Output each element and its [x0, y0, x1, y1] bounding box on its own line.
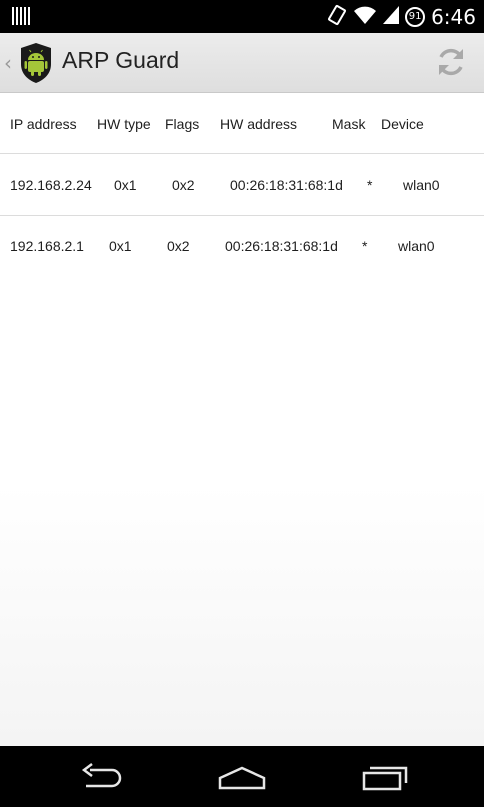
wifi-icon [353, 5, 377, 29]
row-ip-address: 192.168.2.1 [10, 238, 84, 254]
back-arrow-icon [81, 763, 122, 788]
home-button[interactable] [217, 762, 267, 792]
header-device: Device [381, 116, 424, 132]
row-hw-address: 00:26:18:31:68:1d [225, 238, 338, 254]
row-hw-type: 0x1 [109, 238, 132, 254]
row-hw-address: 00:26:18:31:68:1d [230, 177, 343, 193]
row-device: wlan0 [398, 238, 435, 254]
row-mask: * [362, 238, 368, 254]
battery-icon: 91 [405, 6, 426, 27]
status-time: 6:46 [431, 4, 476, 29]
header-hw-address: HW address [220, 116, 298, 132]
header-hw-type: HW type [97, 116, 151, 132]
table-row[interactable]: 192.168.2.1 0x1 0x2 00:26:18:31:68:1d * … [0, 216, 484, 277]
header-flags: Flags [165, 116, 200, 132]
signal-icon [383, 5, 400, 28]
row-ip-address: 192.168.2.24 [10, 177, 92, 193]
recent-apps-button[interactable] [360, 762, 410, 792]
arp-table: IP address HW type Flags HW address Mask… [0, 93, 484, 746]
row-mask: * [367, 177, 373, 193]
header-mask: Mask [332, 116, 366, 132]
refresh-icon [439, 48, 463, 76]
table-row[interactable]: 192.168.2.24 0x1 0x2 00:26:18:31:68:1d *… [0, 154, 484, 216]
row-flags: 0x2 [167, 238, 190, 254]
row-flags: 0x2 [172, 177, 195, 193]
refresh-button[interactable] [434, 45, 468, 79]
back-button[interactable] [76, 762, 126, 792]
row-hw-type: 0x1 [114, 177, 137, 193]
app-title: ARP Guard [62, 47, 180, 73]
home-icon [218, 766, 266, 790]
up-chevron-icon[interactable]: ‹ [4, 51, 12, 75]
row-device: wlan0 [403, 177, 440, 193]
header-ip-address: IP address [10, 116, 77, 132]
recent-apps-icon [362, 766, 408, 791]
table-header-row: IP address HW type Flags HW address Mask… [0, 93, 484, 154]
vibrate-icon [327, 4, 347, 30]
notification-barcode-icon [12, 7, 30, 29]
action-bar: ‹ ARP Guard [0, 33, 484, 93]
status-bar: 91 6:46 [0, 0, 484, 33]
app-icon[interactable] [20, 42, 52, 88]
navigation-bar [0, 746, 484, 807]
